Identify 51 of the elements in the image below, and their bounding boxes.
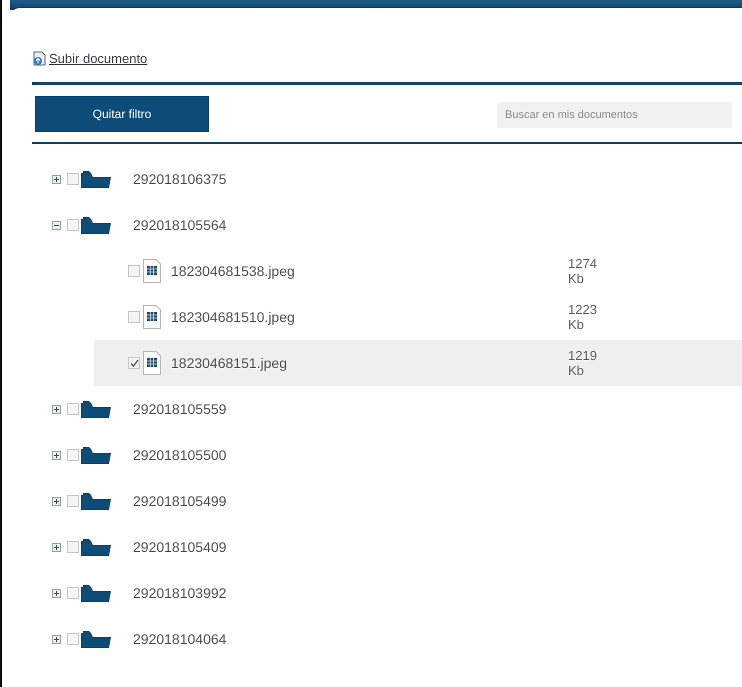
- checkbox[interactable]: [67, 587, 79, 599]
- upload-document-icon: [32, 50, 48, 66]
- expander-icon[interactable]: [52, 542, 61, 552]
- folder-icon: [81, 216, 111, 234]
- checkbox[interactable]: [67, 541, 79, 553]
- checkbox[interactable]: [128, 265, 140, 277]
- image-file-icon: [143, 305, 161, 329]
- expander-icon[interactable]: [52, 450, 61, 460]
- image-file-icon: [143, 351, 161, 375]
- file-size: 1219 Kb: [568, 348, 598, 378]
- folder-name[interactable]: 292018105409: [133, 539, 226, 555]
- checkbox[interactable]: [67, 173, 79, 185]
- file-name[interactable]: 182304681538.jpeg: [171, 263, 568, 279]
- image-file-icon: [143, 259, 161, 283]
- folder-icon: [81, 584, 111, 602]
- file-name[interactable]: 182304681510.jpeg: [171, 309, 568, 325]
- checkbox[interactable]: [67, 633, 79, 645]
- folder-icon: [81, 630, 111, 648]
- expander-icon[interactable]: [52, 588, 61, 598]
- folder-name[interactable]: 292018105559: [133, 401, 226, 417]
- checkbox[interactable]: [67, 449, 79, 461]
- clear-filter-button[interactable]: Quitar filtro: [35, 96, 209, 132]
- checkbox[interactable]: [67, 403, 79, 415]
- folder-name[interactable]: 292018105500: [133, 447, 226, 463]
- checkbox[interactable]: [67, 219, 79, 231]
- folder-icon: [81, 170, 111, 188]
- folder-icon: [81, 400, 111, 418]
- folder-name[interactable]: 292018105499: [133, 493, 226, 509]
- selected-row-background[interactable]: 18230468151.jpeg 1219 Kb: [94, 340, 742, 386]
- file-size: 1274 Kb: [568, 256, 598, 286]
- folder-name[interactable]: 292018103992: [133, 585, 226, 601]
- folder-icon: [81, 492, 111, 510]
- folder-icon: [81, 446, 111, 464]
- expander-icon[interactable]: [52, 496, 61, 506]
- checkbox[interactable]: [67, 495, 79, 507]
- file-row[interactable]: 182304681538.jpeg 1274 Kb: [32, 248, 742, 294]
- checkbox[interactable]: [128, 357, 140, 369]
- expander-icon[interactable]: [52, 220, 61, 230]
- search-field[interactable]: Buscar en mis documentos: [497, 102, 732, 128]
- checkbox[interactable]: [128, 311, 140, 323]
- folder-name[interactable]: 292018106375: [133, 171, 226, 187]
- file-size: 1223 Kb: [568, 302, 598, 332]
- expander-icon[interactable]: [52, 404, 61, 414]
- folder-name[interactable]: 292018105564: [133, 217, 226, 233]
- expander-icon[interactable]: [52, 174, 61, 184]
- upload-document-link[interactable]: Subir documento: [49, 50, 148, 66]
- file-row[interactable]: 182304681510.jpeg 1223 Kb: [32, 294, 742, 340]
- folder-name[interactable]: 292018104064: [133, 631, 226, 647]
- expander-icon[interactable]: [52, 634, 61, 644]
- file-name[interactable]: 18230468151.jpeg: [171, 355, 568, 371]
- folder-icon: [81, 538, 111, 556]
